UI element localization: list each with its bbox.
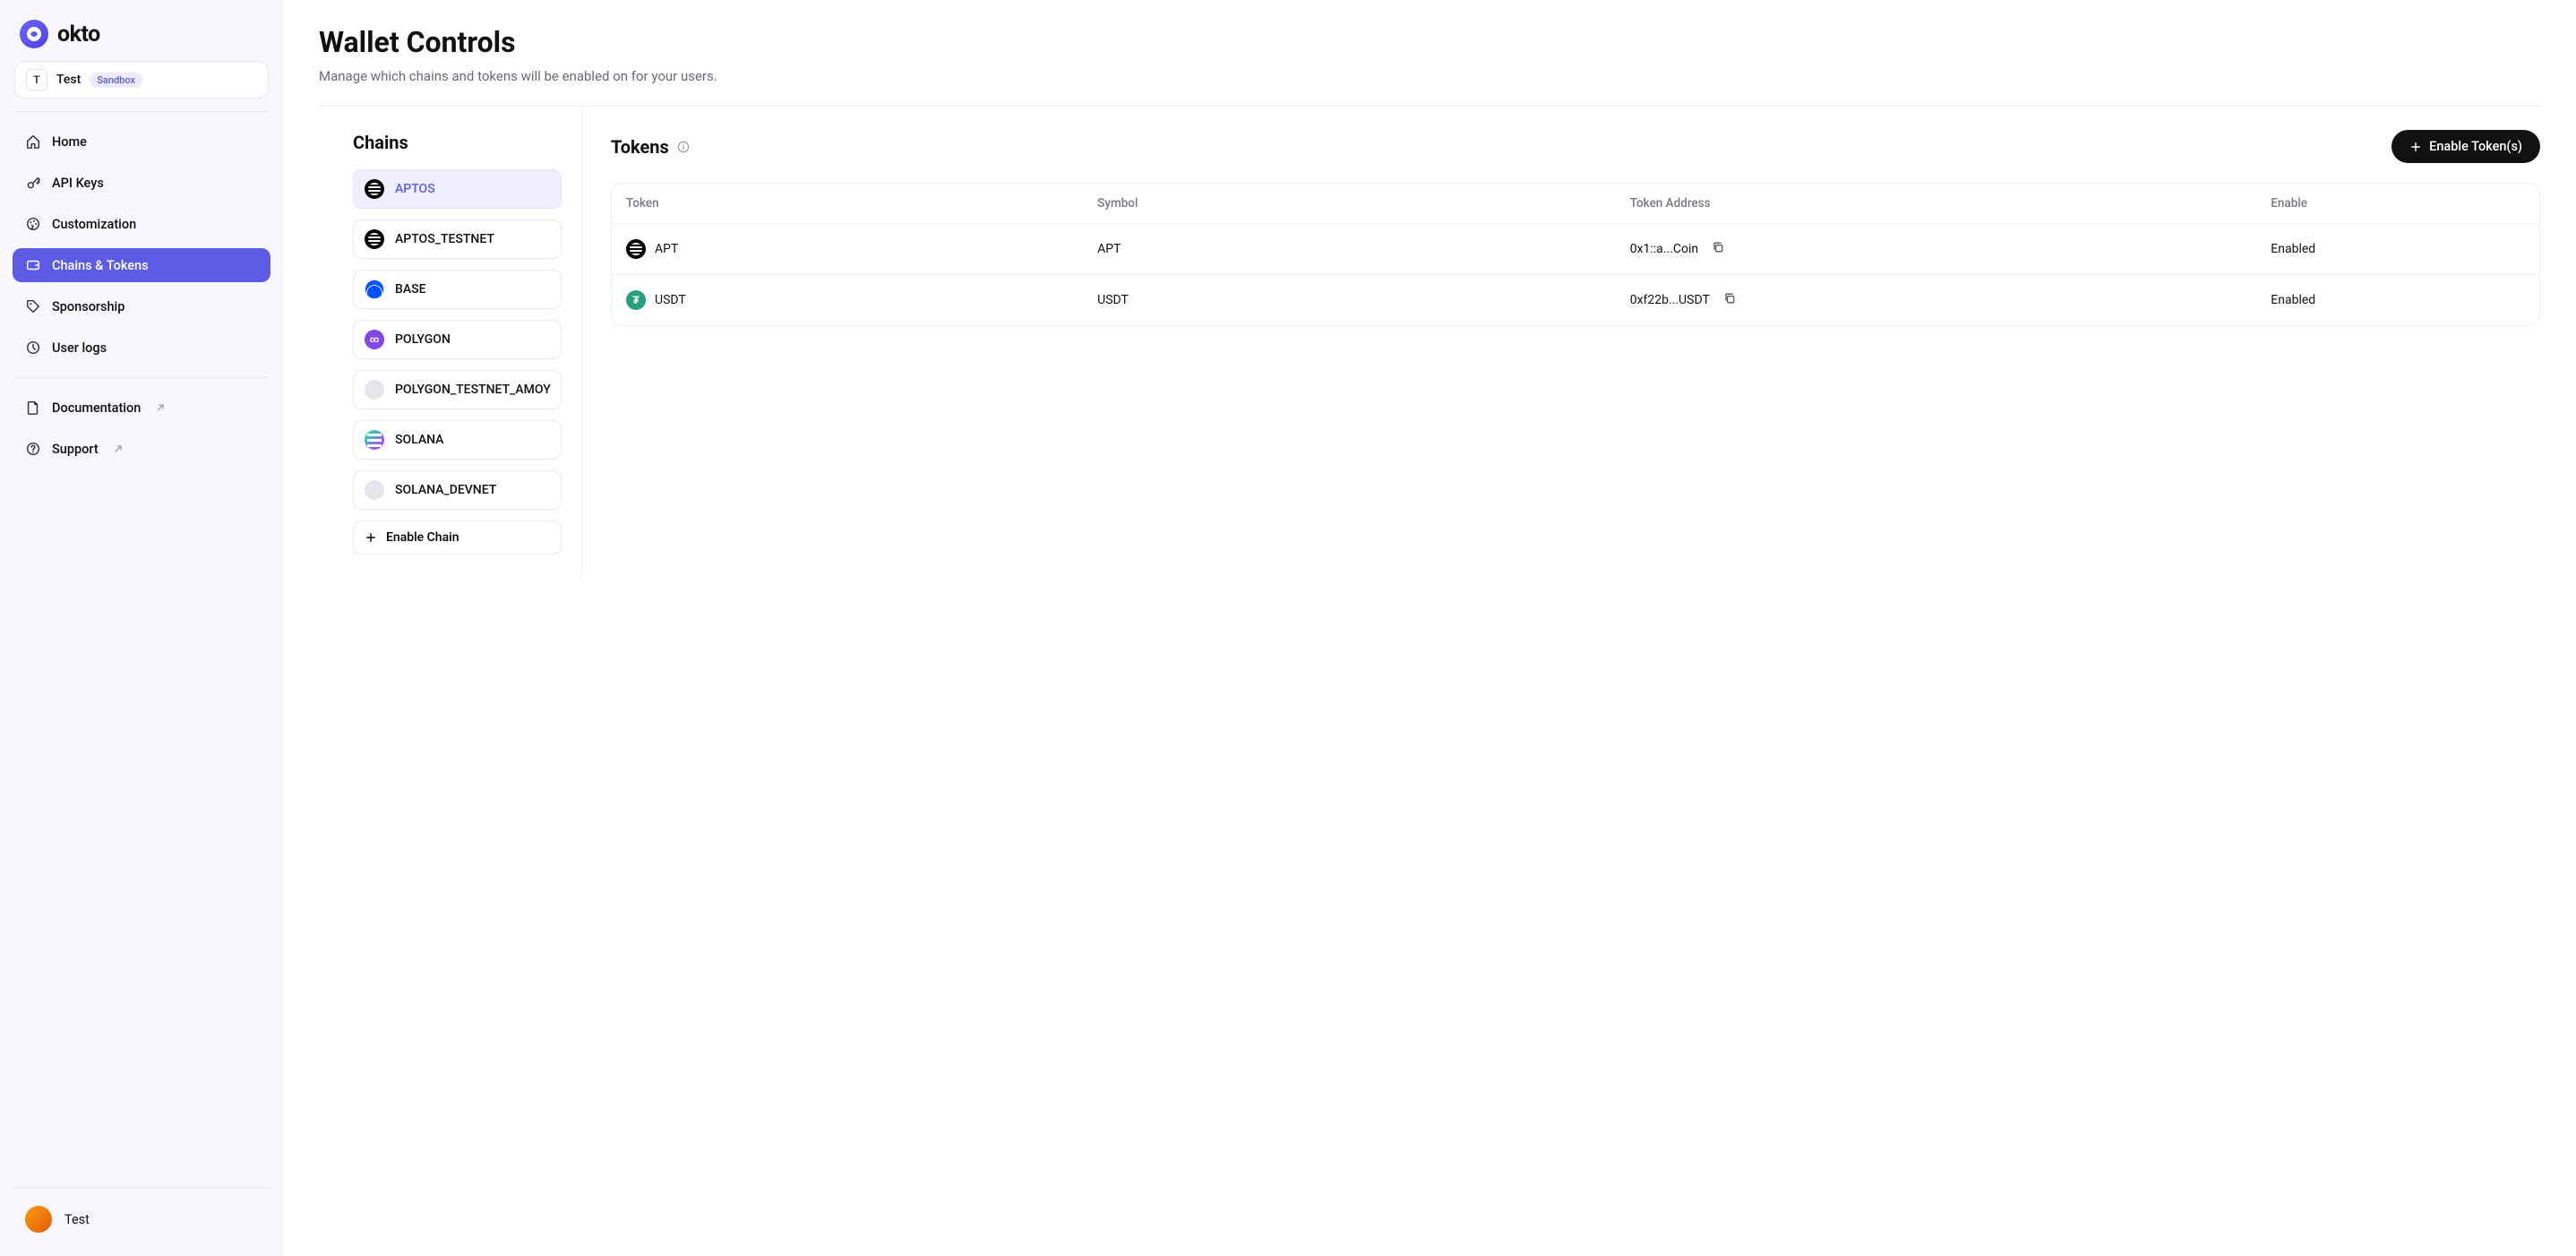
token-name: USDT [655,293,686,307]
chains-panel: Chains APTOS APTOS_TESTNET BASE POLYGON POLY… [319,107,582,580]
chain-icon [365,430,384,450]
chain-label: APTOS_TESTNET [395,232,494,246]
copy-address-button[interactable] [1709,238,1727,260]
user-menu[interactable]: Test [16,1195,267,1236]
nav-documentation[interactable]: Documentation [13,391,270,425]
nav-label: Customization [52,217,136,232]
token-icon [626,239,646,259]
chain-label: POLYGON [395,332,451,347]
enable-tokens-label: Enable Token(s) [2429,139,2522,154]
nav-support[interactable]: Support [13,432,270,466]
tag-icon [25,298,41,314]
chain-icon [365,380,384,400]
wallet-icon [25,257,41,273]
chain-list: APTOS APTOS_TESTNET BASE POLYGON POLYGON_TES… [353,169,562,510]
workspace-env-badge: Sandbox [90,73,142,88]
chain-icon [365,480,384,500]
nav-label: Home [52,134,87,150]
nav-label: Chains & Tokens [52,258,149,273]
user-name: Test [64,1212,90,1227]
chain-label: SOLANA_DEVNET [395,483,496,497]
chain-item-solana[interactable]: SOLANA [353,420,562,460]
brand-logo: okto [13,16,270,61]
nav-user-logs[interactable]: User logs [13,331,270,365]
chain-item-aptos[interactable]: APTOS [353,169,562,209]
copy-icon [1722,291,1737,305]
chain-item-base[interactable]: BASE [353,270,562,309]
token-table: Token Symbol Token Address Enable APT AP… [611,183,2540,326]
brand-name: okto [57,22,100,47]
nav-home[interactable]: Home [13,125,270,159]
nav-api-keys[interactable]: API Keys [13,166,270,200]
token-name: APT [655,242,678,256]
tokens-heading: Tokens [611,136,669,158]
divider [14,377,269,378]
nav-customization[interactable]: Customization [13,207,270,241]
table-row: APT APT 0x1::a...Coin Enabled [612,224,2539,275]
main-content: Wallet Controls Manage which chains and … [283,0,2576,1256]
nav-chains-tokens[interactable]: Chains & Tokens [13,248,270,282]
chain-item-polygon_testnet_amoy[interactable]: POLYGON_TESTNET_AMOY [353,370,562,409]
chain-item-solana_devnet[interactable]: SOLANA_DEVNET [353,470,562,510]
info-icon[interactable] [676,140,691,154]
chain-icon [365,330,384,349]
nav-label: Documentation [52,400,141,416]
key-icon [25,175,41,191]
token-status: Enabled [2256,275,2539,326]
enable-chain-button[interactable]: Enable Chain [353,520,562,555]
chain-icon [365,179,384,199]
page-title: Wallet Controls [319,25,2540,59]
tokens-panel: Tokens Enable Token(s) Token Symbol [582,107,2540,580]
palette-icon [25,216,41,232]
file-icon [25,400,41,416]
token-symbol: APT [1083,224,1616,275]
table-row: USDT USDT 0xf22b...USDT Enabled [612,275,2539,326]
sidebar: okto T Test Sandbox Home API Keys Custom… [0,0,283,1256]
token-address: 0x1::a...Coin [1630,242,1698,256]
clock-icon [25,340,41,356]
chain-label: BASE [395,282,426,297]
user-avatar-icon [25,1206,52,1233]
chain-item-aptos_testnet[interactable]: APTOS_TESTNET [353,219,562,259]
workspace-initial: T [26,69,47,90]
secondary-nav: Documentation Support [13,391,270,466]
token-symbol: USDT [1083,275,1616,326]
primary-nav: Home API Keys Customization Chains & Tok… [13,125,270,365]
home-icon [25,133,41,150]
nav-label: User logs [52,340,107,356]
nav-label: Sponsorship [52,299,125,314]
token-status: Enabled [2256,224,2539,275]
copy-icon [1711,240,1725,254]
col-address: Token Address [1616,184,2257,224]
workspace-name: Test [56,73,81,87]
plus-icon [365,531,377,544]
plus-icon [2409,141,2422,153]
enable-chain-label: Enable Chain [386,530,459,545]
enable-tokens-button[interactable]: Enable Token(s) [2391,130,2540,163]
chain-icon [365,280,384,299]
page-subtitle: Manage which chains and tokens will be e… [319,68,2540,84]
nav-label: API Keys [52,176,104,191]
chain-label: APTOS [395,182,435,196]
col-symbol: Symbol [1083,184,1616,224]
external-link-icon [113,443,124,454]
external-link-icon [155,402,166,413]
brand-mark-icon [20,20,48,48]
chain-item-polygon[interactable]: POLYGON [353,320,562,359]
col-token: Token [612,184,1083,224]
help-icon [25,441,41,457]
chain-icon [365,229,384,249]
token-address: 0xf22b...USDT [1630,293,1710,307]
copy-address-button[interactable] [1721,289,1739,311]
chains-heading: Chains [353,132,562,153]
nav-label: Support [52,442,99,457]
col-enable: Enable [2256,184,2539,224]
token-icon [626,290,646,310]
chain-label: SOLANA [395,433,443,447]
nav-sponsorship[interactable]: Sponsorship [13,289,270,323]
divider [14,111,269,112]
chain-label: POLYGON_TESTNET_AMOY [395,383,551,397]
workspace-switcher[interactable]: T Test Sandbox [14,61,269,99]
